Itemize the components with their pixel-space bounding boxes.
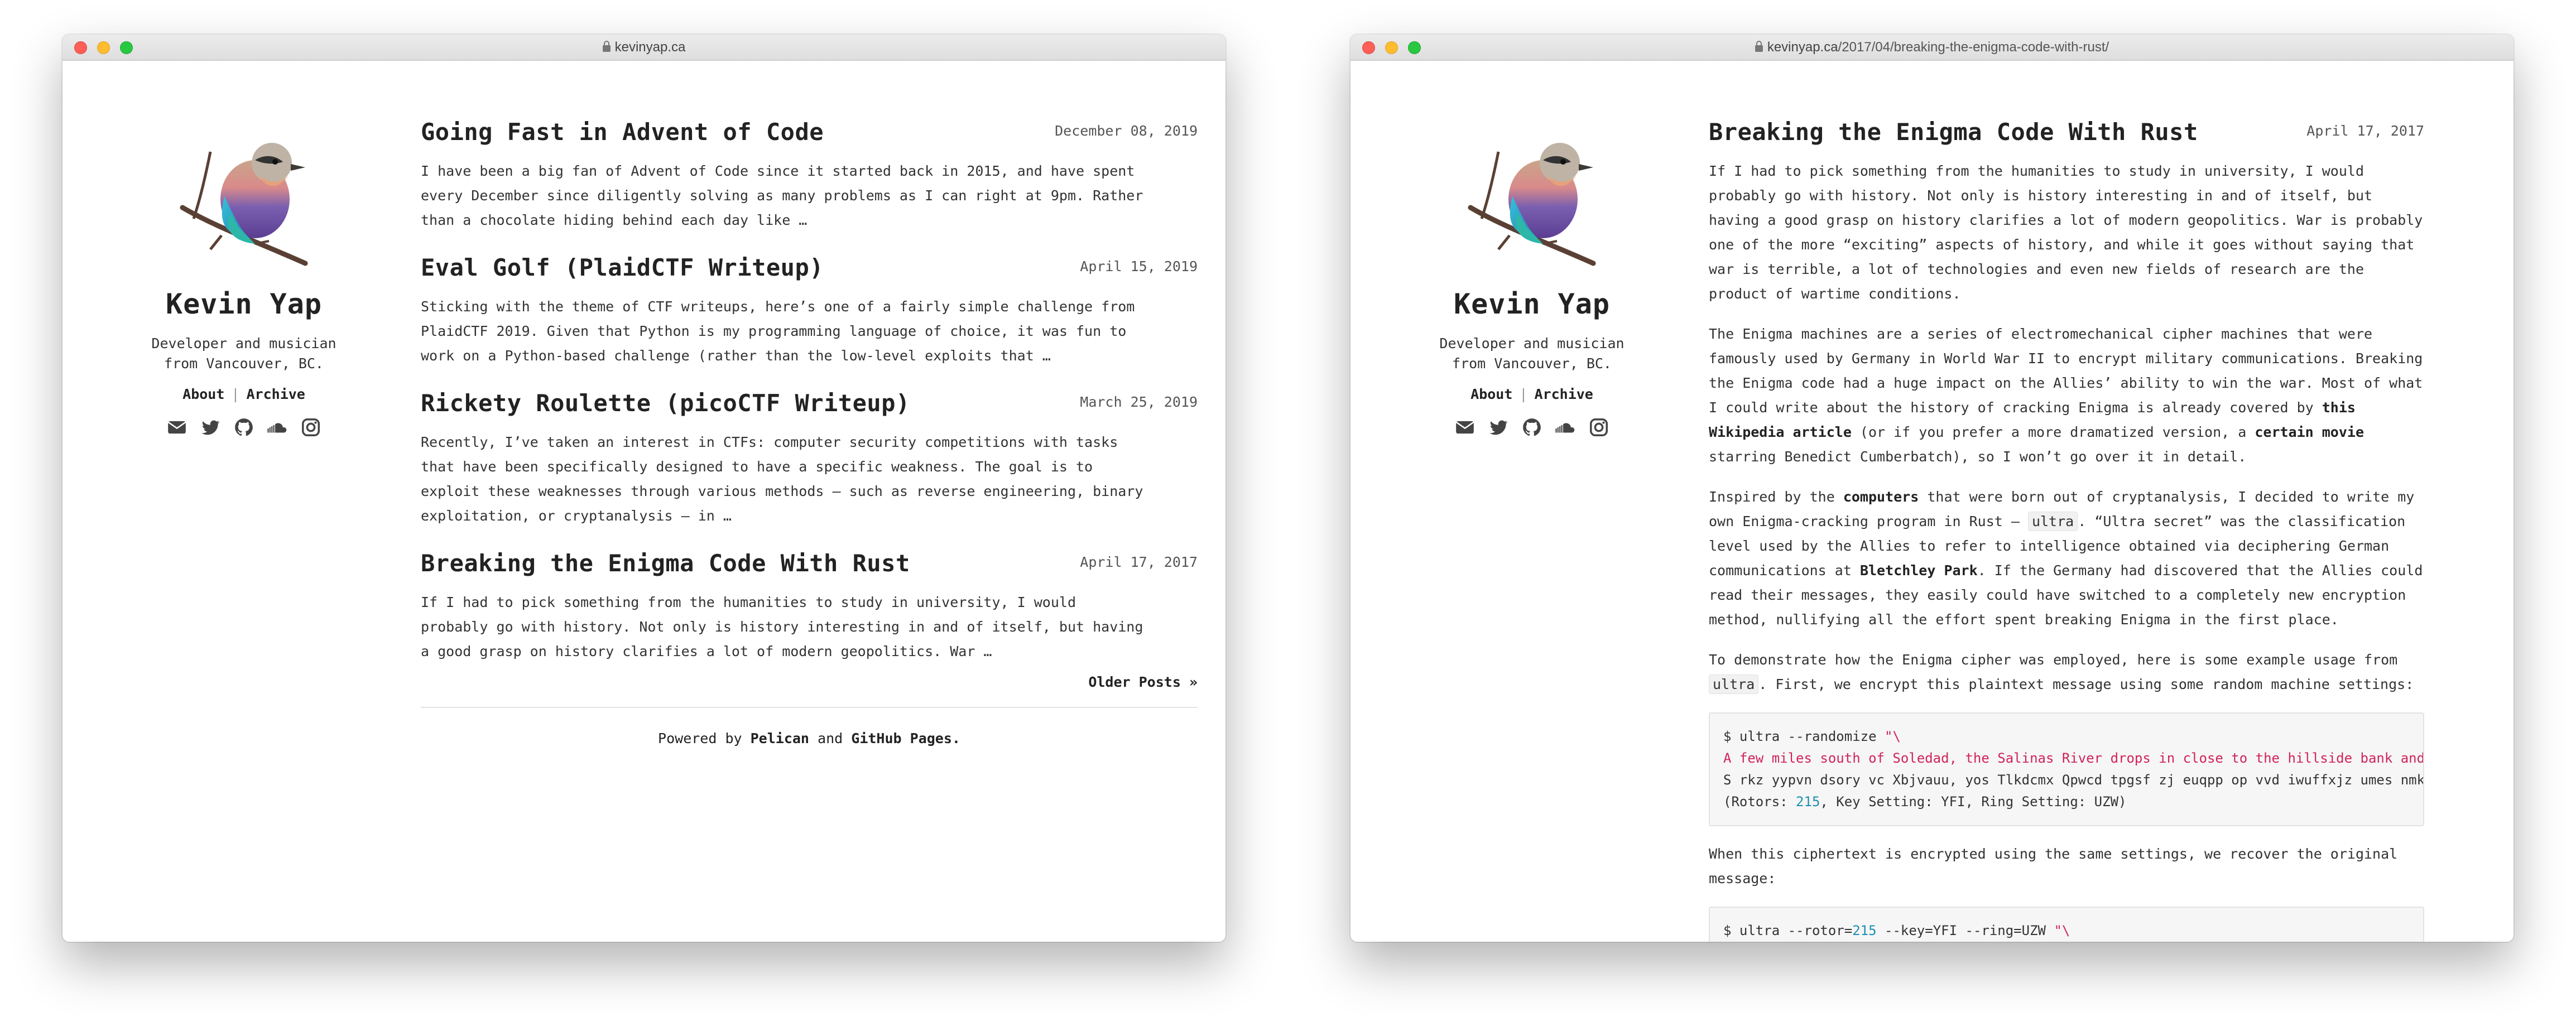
article-paragraph: Inspired by the computers that were born… <box>1709 485 2424 632</box>
site-name[interactable]: Kevin Yap <box>1429 288 1635 320</box>
post-excerpt: I have been a big fan of Advent of Code … <box>421 163 1143 228</box>
article: Breaking the Enigma Code With Rust April… <box>1709 118 2424 942</box>
footer-suffix: . <box>951 730 960 746</box>
text-span: Inspired by the <box>1709 489 1843 505</box>
nav-archive-link[interactable]: Archive <box>1534 386 1593 402</box>
address-bar[interactable]: kevinyap.ca <box>63 40 1225 55</box>
post-date: March 25, 2019 <box>1080 394 1198 410</box>
movie-link[interactable]: certain movie <box>2255 424 2364 440</box>
footer-prefix: Powered by <box>658 730 742 746</box>
footer-and: and <box>818 730 843 746</box>
github-icon[interactable] <box>233 417 254 438</box>
envelope-icon[interactable] <box>1454 417 1476 438</box>
sidebar: Kevin Yap Developer and musician from Va… <box>1429 129 1635 438</box>
inline-code: ultra <box>2027 512 2078 531</box>
code-text: $ ultra --rotor= <box>1723 923 1853 938</box>
post-item: Breaking the Enigma Code With Rust April… <box>421 550 1198 664</box>
article-paragraph: To demonstrate how the Enigma cipher was… <box>1709 648 2424 697</box>
url-path: /2017/04/breaking-the-enigma-code-with-r… <box>1838 40 2109 55</box>
code-block[interactable]: $ ultra --randomize "\ A few miles south… <box>1709 712 2424 826</box>
github-pages-link[interactable]: GitHub Pages <box>851 730 952 746</box>
soundcloud-icon[interactable] <box>267 417 288 438</box>
twitter-icon[interactable] <box>1488 417 1509 438</box>
nav-about-link[interactable]: About <box>1470 386 1512 402</box>
title-bar: kevinyap.ca/2017/04/breaking-the-enigma-… <box>1351 35 2513 61</box>
nav-about-link[interactable]: About <box>182 386 224 402</box>
post-date: December 08, 2019 <box>1055 123 1198 139</box>
code-number: 215 <box>1852 923 1877 938</box>
browser-window-article: kevinyap.ca/2017/04/breaking-the-enigma-… <box>1351 35 2513 942</box>
envelope-icon[interactable] <box>166 417 188 438</box>
code-number: 215 <box>1796 794 1820 810</box>
lock-icon <box>1755 41 1763 52</box>
social-links <box>141 417 347 438</box>
soundcloud-icon[interactable] <box>1555 417 1576 438</box>
code-string: "\ <box>2054 923 2070 938</box>
footer: Powered by Pelican and GitHub Pages. <box>421 730 1198 746</box>
text-span: (or if you prefer a more dramatized vers… <box>1851 424 2255 440</box>
avatar[interactable] <box>171 129 316 274</box>
divider <box>421 707 1198 708</box>
lock-icon <box>602 41 611 52</box>
sidebar: Kevin Yap Developer and musician from Va… <box>141 129 347 438</box>
older-posts-link[interactable]: Older Posts » <box>421 674 1198 690</box>
nav-links: About | Archive <box>1429 386 1635 402</box>
post-excerpt: Recently, I’ve taken an interest in CTFs… <box>421 434 1143 524</box>
code-string: "\ <box>1884 729 1901 744</box>
nav-separator: | <box>231 386 240 402</box>
nav-links: About | Archive <box>141 386 347 402</box>
post-item: Rickety Roulette (picoCTF Writeup) March… <box>421 389 1198 528</box>
code-text: (Rotors: <box>1723 794 1796 810</box>
instagram-icon[interactable] <box>1588 417 1609 438</box>
post-date: April 15, 2019 <box>1080 258 1198 274</box>
text-span: . First, we encrypt this plaintext messa… <box>1758 676 2414 692</box>
url-text: kevinyap.ca <box>614 40 686 55</box>
twitter-icon[interactable] <box>200 417 221 438</box>
article-paragraph: The Enigma machines are a series of elec… <box>1709 322 2424 469</box>
post-excerpt: Sticking with the theme of CTF writeups,… <box>421 298 1135 364</box>
pelican-link[interactable]: Pelican <box>751 730 809 746</box>
post-excerpt: If I had to pick something from the huma… <box>421 594 1143 659</box>
article-paragraph: When this ciphertext is encrypted using … <box>1709 846 2398 887</box>
instagram-icon[interactable] <box>300 417 321 438</box>
inline-code: ultra <box>1709 675 1759 694</box>
site-name[interactable]: Kevin Yap <box>141 288 347 320</box>
avatar[interactable] <box>1459 129 1604 274</box>
computers-link[interactable]: computers <box>1843 489 1919 505</box>
post-date: April 17, 2017 <box>1080 554 1198 570</box>
title-bar: kevinyap.ca <box>63 35 1225 61</box>
post-item: Eval Golf (PlaidCTF Writeup) April 15, 2… <box>421 254 1198 368</box>
code-string: A few miles south of Soledad, the Salina… <box>1723 750 2424 766</box>
code-text: $ ultra --randomize <box>1723 729 1885 744</box>
article-paragraph: If I had to pick something from the huma… <box>1709 163 2423 302</box>
github-icon[interactable] <box>1521 417 1542 438</box>
nav-separator: | <box>1519 386 1528 402</box>
article-date: April 17, 2017 <box>2306 123 2424 139</box>
text-span: The Enigma machines are a series of elec… <box>1709 326 2423 416</box>
code-text: , Key Setting: YFI, Ring Setting: UZW) <box>1820 794 2127 810</box>
code-text: S rkz yypvn dsory vc Xbjvauu, yos Tlkdcm… <box>1723 772 2424 788</box>
text-span: starring Benedict Cumberbatch), so I won… <box>1709 449 2247 465</box>
post-item: Going Fast in Advent of Code December 08… <box>421 118 1198 233</box>
bletchley-park-link[interactable]: Bletchley Park <box>1860 562 1978 579</box>
code-text: --key=YFI --ring=UZW <box>1876 923 2054 938</box>
url-domain: kevinyap.ca <box>1767 40 1838 55</box>
nav-archive-link[interactable]: Archive <box>246 386 305 402</box>
code-block[interactable]: $ ultra --rotor=215 --key=YFI --ring=UZW… <box>1709 907 2424 942</box>
tagline: Developer and musician from Vancouver, B… <box>151 335 337 372</box>
address-bar[interactable]: kevinyap.ca/2017/04/breaking-the-enigma-… <box>1351 40 2513 55</box>
post-list: Going Fast in Advent of Code December 08… <box>421 118 1225 746</box>
social-links <box>1429 417 1635 438</box>
text-span: To demonstrate how the Enigma cipher was… <box>1709 652 2398 668</box>
browser-window-home: kevinyap.ca Kevin Yap Developer and musi… <box>63 35 1225 942</box>
tagline: Developer and musician from Vancouver, B… <box>1439 335 1625 372</box>
